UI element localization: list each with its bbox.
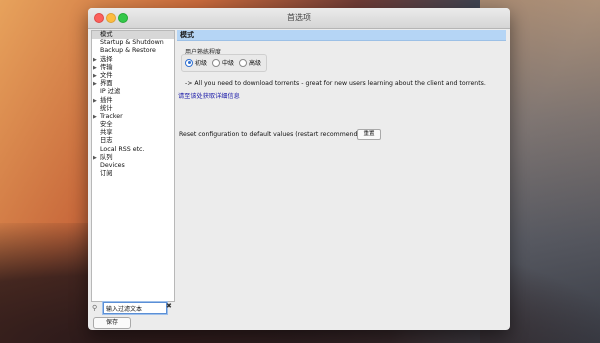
sidebar-item-label: 界面 <box>100 80 113 88</box>
expand-arrow-icon[interactable]: ▶ <box>93 113 97 121</box>
radio-label: 初级 <box>195 60 208 67</box>
settings-panel: 模式 用户熟练程度 初级 中级 高级 -> All you need to do… <box>177 30 507 326</box>
sidebar-item-label: 模式 <box>100 31 113 38</box>
window-title: 首选项 <box>287 13 311 22</box>
clear-filter-icon[interactable]: ✖ <box>166 302 172 310</box>
sidebar-item[interactable]: ▶ 文件 <box>92 72 174 80</box>
sidebar-item-label: Local RSS etc. <box>100 145 145 153</box>
sidebar-item[interactable]: Backup & Restore <box>92 47 174 55</box>
sidebar-item-label: Backup & Restore <box>100 47 156 55</box>
radio-label: 中级 <box>222 60 235 67</box>
sidebar-item[interactable]: 日志 <box>92 137 174 145</box>
expand-arrow-icon[interactable]: ▶ <box>93 56 97 64</box>
sidebar-item-label: Tracker <box>100 112 123 120</box>
sidebar-item[interactable]: IP 过滤 <box>92 88 174 96</box>
expand-arrow-icon[interactable]: ▶ <box>93 154 97 162</box>
mode-description: -> All you need to download torrents - g… <box>185 80 486 87</box>
reset-config-label: Reset configuration to default values (r… <box>179 131 368 138</box>
sidebar-item-label: IP 过滤 <box>100 88 121 96</box>
sidebar-item-label: 安全 <box>100 121 113 129</box>
sidebar-item-label: 共享 <box>100 129 113 137</box>
filter-area: ⚲ ✖ <box>91 301 175 315</box>
sidebar-item[interactable]: ▶ Tracker <box>92 113 174 121</box>
sidebar-item-label: 队列 <box>100 153 113 161</box>
radio-beginner[interactable]: 初级 <box>185 58 208 68</box>
reset-button[interactable]: 重置 <box>357 129 381 140</box>
filter-input[interactable] <box>103 302 167 314</box>
radio-intermediate[interactable]: 中级 <box>212 58 235 68</box>
preferences-tree: 模式 Startup & Shutdown Backup & Restore ▶ 选择 ▶… <box>91 30 175 302</box>
save-button[interactable]: 保存 <box>93 317 131 329</box>
radio-selected-icon <box>185 58 193 67</box>
sidebar-item[interactable]: 订阅 <box>92 170 174 178</box>
sidebar-item-label: 订阅 <box>100 170 113 178</box>
radio-unselected-icon <box>239 58 247 67</box>
expand-arrow-icon[interactable]: ▶ <box>93 97 97 105</box>
radio-advanced[interactable]: 高级 <box>239 58 262 68</box>
sidebar-item[interactable]: ▶ 队列 <box>92 154 174 162</box>
radio-label: 高级 <box>249 60 262 67</box>
sidebar-item-label: 选择 <box>100 55 113 63</box>
sidebar-item[interactable]: 模式 <box>92 31 174 40</box>
user-level-group: 用户熟练程度 初级 中级 高级 <box>181 47 267 72</box>
sidebar-item-label: Startup & Shutdown <box>100 39 164 47</box>
expand-arrow-icon[interactable]: ▶ <box>93 72 97 80</box>
expand-arrow-icon[interactable]: ▶ <box>93 80 97 88</box>
sidebar-item-label: 文件 <box>100 71 113 79</box>
more-info-link[interactable]: 请至该处获取详细信息 <box>178 91 240 100</box>
sidebar-item-label: Devices <box>100 162 125 169</box>
sidebar-item-label: 日志 <box>100 137 113 145</box>
sidebar-item[interactable]: 统计 <box>92 105 174 113</box>
sidebar-item[interactable]: ▶ 插件 <box>92 97 174 105</box>
preferences-window: 首选项 模式 Startup & Shutdown Backup & Restore… <box>88 8 510 330</box>
sidebar-item[interactable]: ▶ 传输 <box>92 64 174 72</box>
radio-unselected-icon <box>212 58 220 67</box>
search-icon: ⚲ <box>92 304 98 312</box>
sidebar-item-label: 传输 <box>100 63 113 71</box>
sidebar-item[interactable]: Startup & Shutdown <box>92 39 174 47</box>
expand-arrow-icon[interactable]: ▶ <box>93 64 97 72</box>
sidebar-item[interactable]: Local RSS etc. <box>92 146 174 154</box>
user-level-options: 初级 中级 高级 <box>181 54 267 72</box>
window-titlebar[interactable]: 首选项 <box>88 8 510 29</box>
section-title: 模式 <box>177 30 506 41</box>
sidebar-item[interactable]: ▶ 选择 <box>92 56 174 64</box>
sidebar-item-label: 插件 <box>100 96 113 104</box>
sidebar-item-label: 统计 <box>100 104 113 112</box>
sidebar-item[interactable]: Devices <box>92 162 174 170</box>
